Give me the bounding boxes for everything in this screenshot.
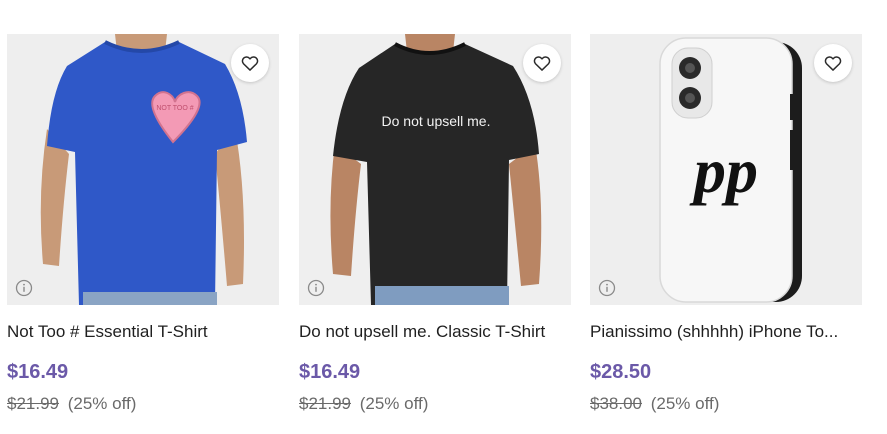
price-original-row: $38.00 (25% off) [590, 393, 862, 415]
product-price: $16.49 [7, 361, 69, 383]
product-card[interactable]: Do not upsell me. Do not upsell me. Clas… [299, 34, 571, 415]
product-title[interactable]: Do not upsell me. Classic T-Shirt [299, 321, 571, 343]
favorite-button[interactable] [523, 44, 561, 82]
shirt-text: Do not upsell me. [382, 113, 491, 129]
product-title[interactable]: Not Too # Essential T-Shirt [7, 321, 279, 343]
discount-label: (25% off) [650, 394, 720, 413]
favorite-button[interactable] [814, 44, 852, 82]
case-text: pp [689, 135, 758, 206]
heart-outline-icon [533, 56, 551, 71]
favorite-button[interactable] [231, 44, 269, 82]
heart-text: NOT TOO # [156, 105, 193, 112]
product-card[interactable]: NOT TOO # Not Too # Essential T-Shirt $1… [7, 34, 279, 415]
original-price: $21.99 [299, 394, 351, 413]
product-price: $28.50 [590, 361, 652, 383]
product-price: $16.49 [299, 361, 361, 383]
info-button[interactable] [15, 279, 33, 297]
product-image[interactable]: Do not upsell me. [299, 34, 571, 305]
product-card[interactable]: pp Pianissimo (shhhhh) iPhone To... $28.… [590, 34, 862, 415]
info-circle-icon [598, 279, 616, 297]
price-original-row: $21.99 (25% off) [299, 393, 571, 415]
original-price: $21.99 [7, 394, 59, 413]
product-image[interactable]: pp [590, 34, 862, 305]
info-button[interactable] [598, 279, 616, 297]
product-title[interactable]: Pianissimo (shhhhh) iPhone To... [590, 321, 862, 343]
product-grid: NOT TOO # Not Too # Essential T-Shirt $1… [0, 0, 887, 434]
discount-label: (25% off) [359, 394, 429, 413]
info-circle-icon [15, 279, 33, 297]
price-original-row: $21.99 (25% off) [7, 393, 279, 415]
discount-label: (25% off) [67, 394, 137, 413]
info-button[interactable] [307, 279, 325, 297]
product-image[interactable]: NOT TOO # [7, 34, 279, 305]
info-circle-icon [307, 279, 325, 297]
heart-outline-icon [241, 56, 259, 71]
original-price: $38.00 [590, 394, 642, 413]
heart-outline-icon [824, 56, 842, 71]
